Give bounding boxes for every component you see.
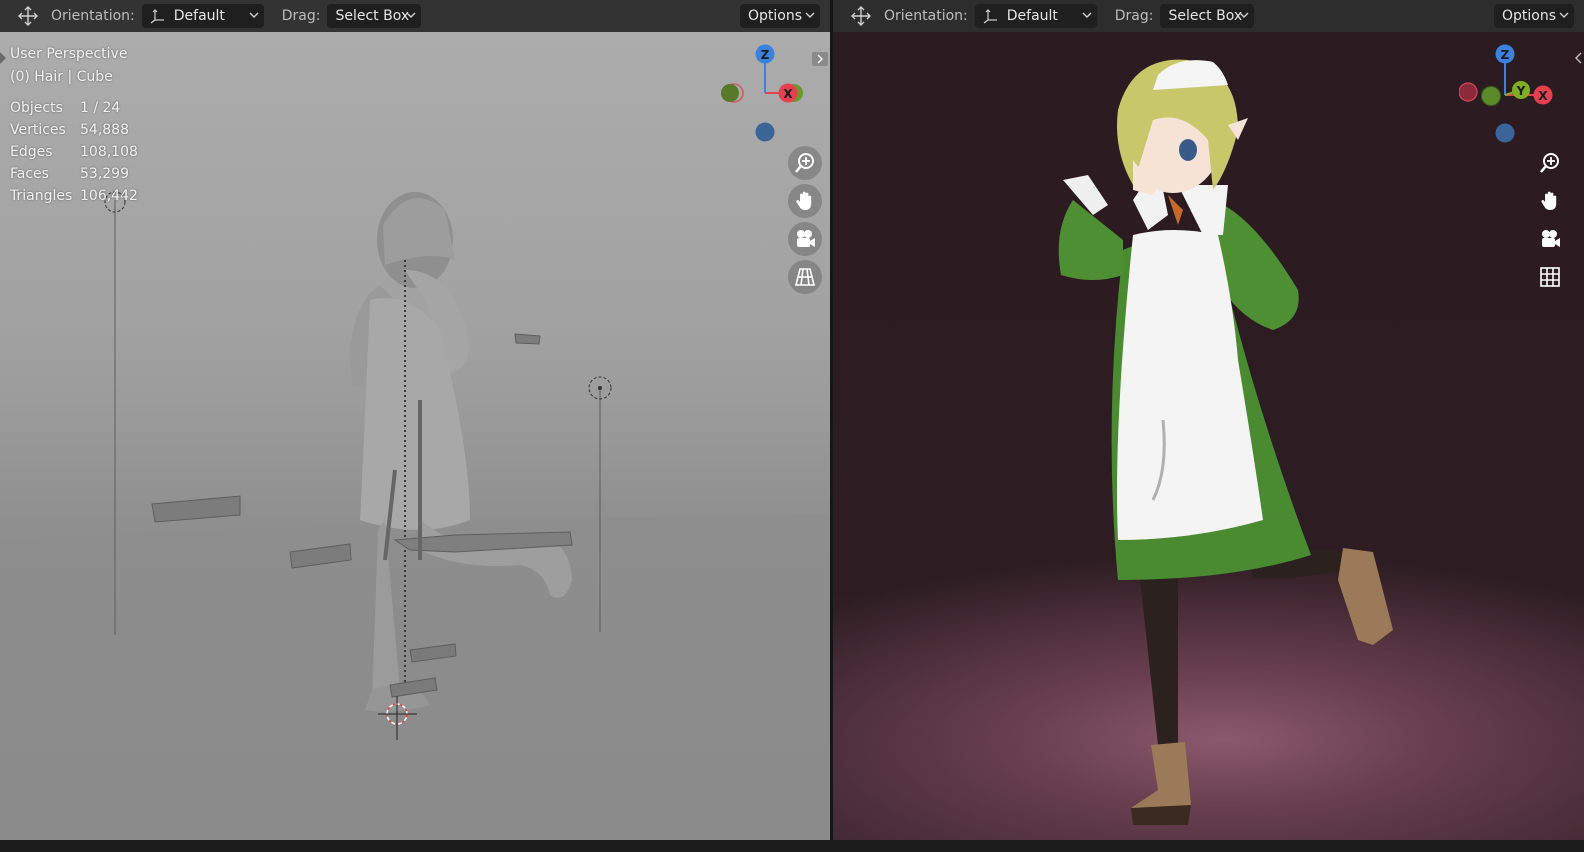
chevron-down-icon [1082, 12, 1092, 18]
stat-row: Triangles 106,442 [10, 188, 138, 210]
navigation-gizmo[interactable]: Y X Z [1459, 40, 1575, 150]
drag-dropdown[interactable]: Select Box [327, 4, 422, 28]
zoom-button[interactable] [1533, 146, 1567, 180]
pan-button[interactable] [1533, 184, 1567, 218]
scene-statistics: Objects 1 / 24 Vertices 54,888 Edges 108,10… [10, 100, 138, 210]
z-axis-label: Z [761, 48, 770, 62]
zoom-icon [1540, 153, 1559, 173]
camera-view-button[interactable] [1533, 222, 1567, 256]
move-tool-icon[interactable] [850, 5, 872, 27]
z-axis-label: Z [1501, 48, 1510, 62]
chevron-down-icon [406, 12, 416, 18]
transform-orientation-icon [983, 9, 997, 24]
chevron-down-icon [805, 12, 815, 18]
neg-y-axis-ball[interactable] [1481, 86, 1501, 106]
neg-x-axis-ball[interactable] [1459, 82, 1478, 102]
options-label: Options [748, 8, 803, 24]
stat-row: Faces 53,299 [10, 166, 138, 188]
orientation-label: Orientation: [51, 8, 135, 24]
orientation-value: Default [173, 8, 225, 24]
options-dropdown[interactable]: Options [740, 4, 820, 28]
orientation-dropdown[interactable]: Default [974, 4, 1097, 28]
view-navigation-buttons [1533, 146, 1567, 294]
sidebar-expand-arrow[interactable] [812, 52, 828, 66]
drag-value: Select Box [1168, 8, 1243, 24]
chevron-down-icon [249, 12, 259, 18]
view-navigation-buttons [788, 146, 822, 294]
drag-dropdown[interactable]: Select Box [1160, 4, 1255, 28]
viewport-rendered[interactable]: Orientation: Default Drag: Select Box Op… [833, 0, 1584, 840]
stat-row: Objects 1 / 24 [10, 100, 138, 122]
rendered-character [1058, 59, 1393, 825]
orientation-value: Default [1006, 8, 1058, 24]
stat-value: 108,108 [80, 144, 138, 160]
stat-value: 106,442 [80, 188, 138, 204]
perspective-toggle-button[interactable] [788, 260, 822, 294]
orthographic-toggle-button[interactable] [1533, 260, 1567, 294]
x-axis-label: X [783, 87, 793, 101]
chevron-down-icon [1559, 12, 1569, 18]
floor-plane [0, 515, 830, 840]
stat-value: 53,299 [80, 166, 129, 182]
stat-value: 1 / 24 [80, 100, 121, 116]
x-axis-label: X [1538, 89, 1548, 103]
stat-row: Edges 108,108 [10, 144, 138, 166]
zoom-button[interactable] [788, 146, 822, 180]
navigation-gizmo[interactable]: X Z [720, 40, 820, 150]
drag-value: Select Box [335, 8, 410, 24]
camera-view-button[interactable] [788, 222, 822, 256]
orientation-dropdown[interactable]: Default [141, 4, 264, 28]
stat-label: Faces [10, 166, 49, 182]
viewport-info: User Perspective (0) Hair | Cube [10, 43, 127, 89]
y-axis-label: Y [1516, 84, 1526, 98]
viewport-header: Orientation: Default Drag: Select Box Op… [0, 0, 830, 32]
options-dropdown[interactable]: Options [1494, 4, 1574, 28]
viewport-header: Orientation: Default Drag: Select Box Op… [833, 0, 1584, 32]
neg-z-axis-ball[interactable] [755, 122, 775, 142]
neg-z-axis-ball[interactable] [1495, 123, 1515, 143]
bottom-status-strip [0, 840, 1584, 852]
stat-row: Vertices 54,888 [10, 122, 138, 144]
drag-label: Drag: [1114, 8, 1154, 24]
viewport-solid[interactable]: Orientation: Default Drag: Select Box Op… [0, 0, 830, 840]
toolbar-expand-arrow[interactable] [0, 52, 8, 64]
pan-hand-icon [796, 191, 812, 210]
stat-label: Edges [10, 144, 53, 160]
drag-label: Drag: [281, 8, 321, 24]
neg-y-axis-ball[interactable] [721, 84, 739, 102]
options-label: Options [1502, 8, 1557, 24]
move-tool-icon[interactable] [17, 5, 39, 27]
stat-value: 54,888 [80, 122, 129, 138]
pan-hand-icon [1541, 191, 1557, 210]
zoom-icon [795, 153, 814, 173]
perspective-grid-icon [794, 268, 816, 286]
camera-icon [797, 230, 815, 247]
stat-label: Triangles [10, 188, 73, 204]
orientation-label: Orientation: [884, 8, 968, 24]
active-object-name: (0) Hair | Cube [10, 69, 113, 85]
transform-orientation-icon [150, 9, 164, 24]
sidebar-expand-arrow[interactable] [1574, 52, 1582, 64]
ortho-grid-icon [1540, 267, 1560, 287]
view-name: User Perspective [10, 46, 128, 62]
stat-label: Vertices [10, 122, 66, 138]
chevron-down-icon [1239, 12, 1249, 18]
stat-label: Objects [10, 100, 63, 116]
camera-icon [1542, 230, 1560, 247]
pan-button[interactable] [788, 184, 822, 218]
